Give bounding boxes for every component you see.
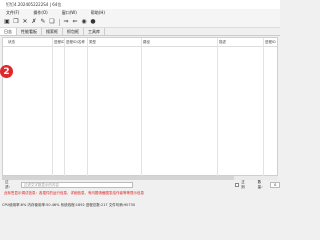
- column-divider: [141, 38, 142, 177]
- column-divider: [64, 38, 65, 177]
- status-bar: CPU使用率:8% 内存使用率:50.46% 系统线程:1892 进程总数:21…: [0, 200, 280, 210]
- column-divider: [52, 38, 53, 177]
- step-marker: 2: [0, 65, 13, 78]
- copy2-icon[interactable]: ❏: [48, 18, 56, 26]
- forward-icon[interactable]: ⇒: [62, 18, 70, 26]
- column-header-pid2[interactable]: 进程ID: [265, 38, 276, 47]
- filter-label: 过滤：: [5, 180, 12, 189]
- toolbar: ▣ ❐ ✕ ✗ ✎ ❏ ⇒ ⇐ ◉ ●: [0, 17, 280, 28]
- open-icon[interactable]: ▣: [3, 18, 11, 26]
- column-header-process[interactable]: 进程ID/名称: [66, 38, 85, 47]
- back-icon[interactable]: ⇐: [71, 18, 79, 26]
- github-icon[interactable]: ●: [89, 18, 97, 26]
- table-header: 状态 进程ID 进程ID/名称 类型 路径 描述 进程ID: [3, 38, 277, 47]
- column-header-status[interactable]: 状态: [8, 38, 15, 47]
- copy-icon[interactable]: ❐: [12, 18, 20, 26]
- menu-bar: 文件(F) 操作(O) 窗口(W) 帮助(H): [0, 9, 280, 17]
- regex-checkbox[interactable]: 正则: [235, 180, 247, 190]
- menu-file[interactable]: 文件(F): [6, 10, 19, 16]
- column-divider: [217, 38, 218, 177]
- count-field[interactable]: 0: [270, 182, 280, 188]
- count-value: 0: [274, 183, 277, 187]
- regex-label: 正则: [241, 180, 245, 189]
- tab-search[interactable]: 搜索框: [42, 28, 63, 35]
- warning-message: 此标签显示调试信息：各插件的运行信息、详细信息、有问题请截图发给作者等等提示信息: [4, 190, 278, 197]
- column-header-path[interactable]: 路径: [143, 38, 150, 47]
- window-title-bar: 钉钉4.2024052222S4 | 64位: [0, 0, 280, 9]
- count-label: 数量：: [257, 180, 265, 189]
- record-icon[interactable]: ◉: [80, 18, 88, 26]
- filter-bar: 过滤： 过滤文字数显示的内容 正则 数量： 0: [0, 180, 280, 190]
- tab-bar: 日志 性能看板 搜索框 抓包框 工具库: [0, 28, 280, 36]
- warning-text: 此标签显示调试信息：各插件的运行信息、详细信息、有问题请截图发给作者等等提示信息: [4, 191, 144, 195]
- window-title: 钉钉4.2024052222S4 | 64位: [6, 1, 62, 7]
- wrench-icon[interactable]: ✎: [39, 18, 47, 26]
- tab-log[interactable]: 日志: [0, 28, 17, 35]
- column-divider: [263, 38, 264, 177]
- log-table[interactable]: 状态 进程ID 进程ID/名称 类型 路径 描述 进程ID: [2, 37, 278, 177]
- tab-capture[interactable]: 抓包框: [63, 28, 84, 35]
- menu-operate[interactable]: 操作(O): [33, 10, 47, 16]
- column-header-type[interactable]: 类型: [89, 38, 96, 47]
- column-divider: [87, 38, 88, 177]
- filter-input[interactable]: 过滤文字数显示的内容: [20, 182, 134, 188]
- tab-tools[interactable]: 工具库: [84, 28, 105, 35]
- delete-icon[interactable]: ✗: [30, 18, 38, 26]
- menu-help[interactable]: 帮助(H): [91, 10, 105, 16]
- toolbar-separator: [59, 18, 60, 26]
- checkbox-box[interactable]: [235, 183, 240, 187]
- menu-window[interactable]: 窗口(W): [62, 10, 77, 16]
- close-icon[interactable]: ✕: [21, 18, 29, 26]
- status-text: CPU使用率:8% 内存使用率:50.46% 系统线程:1892 进程总数:21…: [2, 202, 136, 207]
- column-header-desc[interactable]: 描述: [219, 38, 226, 47]
- filter-placeholder: 过滤文字数显示的内容: [23, 182, 59, 187]
- tab-performance[interactable]: 性能看板: [17, 28, 42, 35]
